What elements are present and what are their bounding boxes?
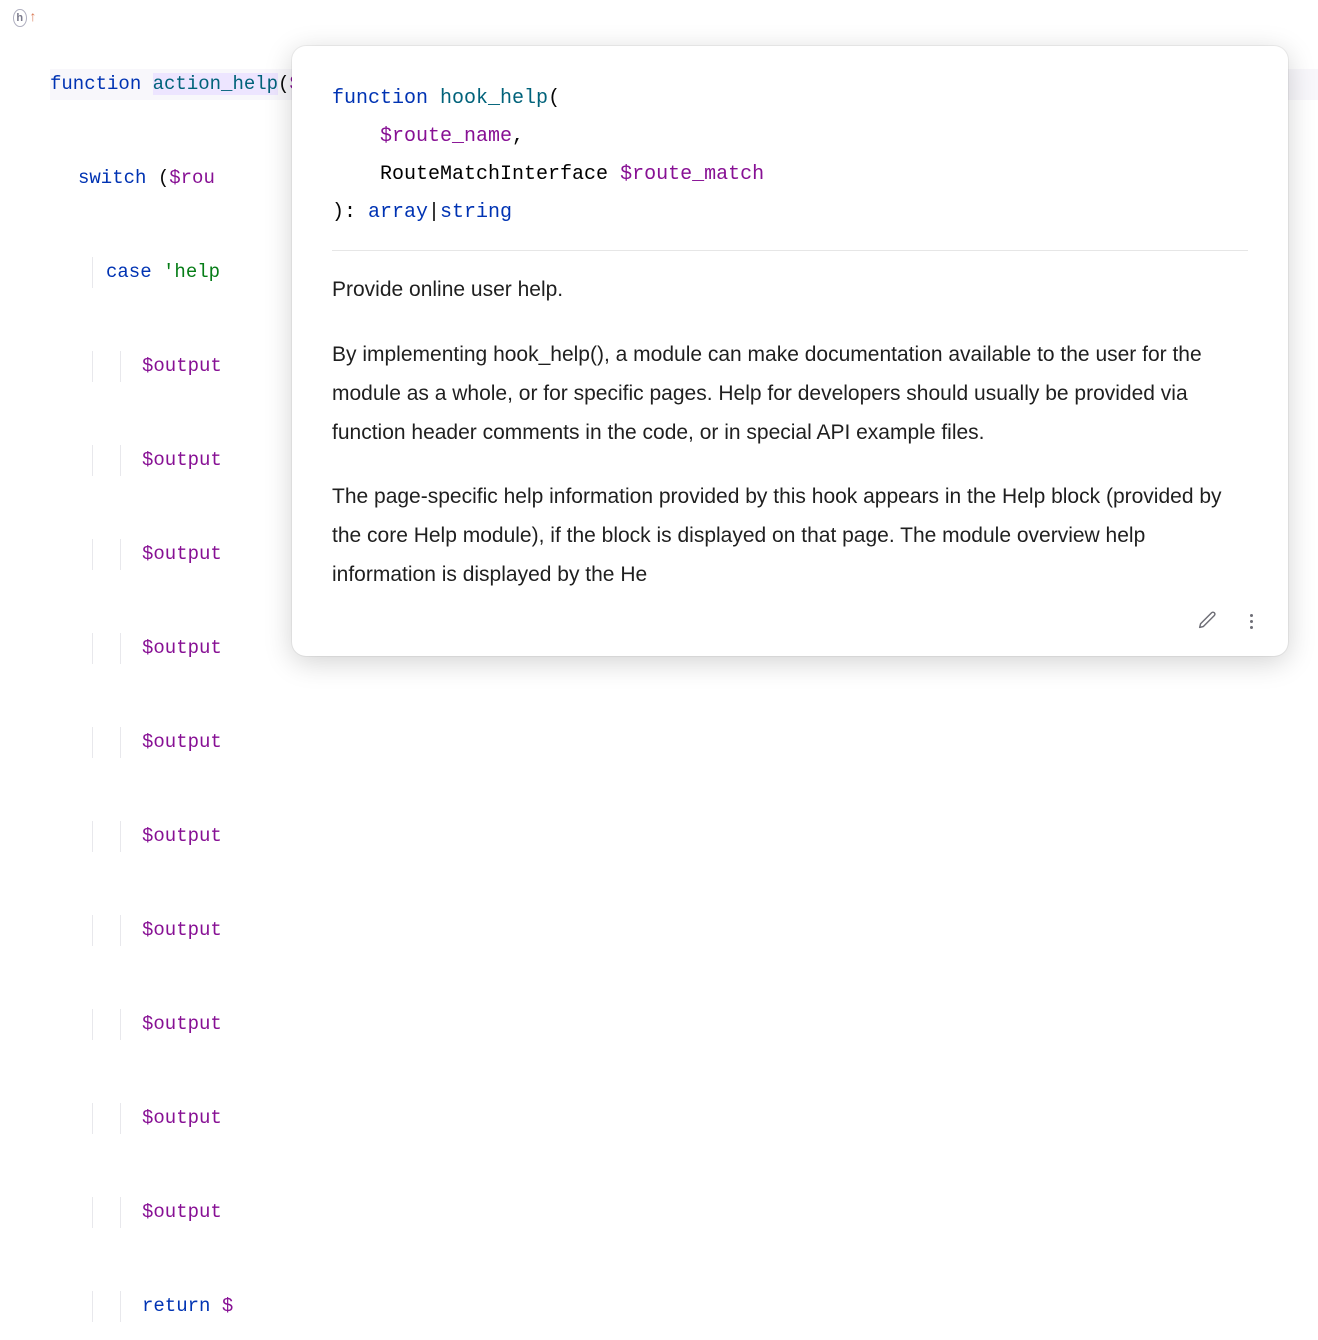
popup-actions (1178, 600, 1270, 642)
var-output: $output (142, 1107, 222, 1129)
pencil-icon (1196, 610, 1218, 632)
keyword-return: return (142, 1295, 210, 1317)
vertical-dots-icon (1246, 610, 1257, 633)
var-output: $output (142, 825, 222, 847)
popup-signature: function hook_help( $route_name, RouteMa… (332, 80, 1248, 232)
sig-function-name: hook_help (440, 87, 548, 110)
var-output: $output (142, 1201, 222, 1223)
gutter-hook-icon[interactable]: h ↑ (13, 6, 37, 30)
popup-description: Provide online user help. By implementin… (332, 271, 1248, 595)
var-output: $output (142, 355, 222, 377)
desc-summary: Provide online user help. (332, 271, 1248, 310)
var-output: $output (142, 731, 222, 753)
desc-paragraph-2: The page-specific help information provi… (332, 478, 1248, 595)
popup-divider (332, 250, 1248, 251)
code-line-return[interactable]: return $ (50, 1291, 1318, 1322)
documentation-popup: function hook_help( $route_name, RouteMa… (292, 46, 1288, 656)
gutter-h-letter: h (13, 9, 27, 27)
more-options-button[interactable] (1236, 606, 1266, 636)
sig-return-string: string (440, 201, 512, 224)
code-line-output-5[interactable]: $output (50, 727, 1318, 758)
sig-keyword-function: function (332, 87, 428, 110)
sig-type: RouteMatchInterface (380, 163, 608, 186)
sig-param-route-match: $route_match (620, 163, 764, 186)
code-line-output-10[interactable]: $output (50, 1197, 1318, 1228)
var-output: $output (142, 919, 222, 941)
sig-param-route-name: $route_name (380, 125, 512, 148)
code-line-output-6[interactable]: $output (50, 821, 1318, 852)
desc-paragraph-1: By implementing hook_help(), a module ca… (332, 336, 1248, 453)
var-output: $output (142, 543, 222, 565)
keyword-switch: switch (78, 167, 146, 189)
gutter: h ↑ (0, 0, 50, 670)
gutter-arrow-up-icon: ↑ (29, 10, 37, 26)
keyword-case: case (106, 261, 152, 283)
sig-return-array: array (368, 201, 428, 224)
indent-guide (92, 257, 93, 288)
keyword-function: function (50, 73, 141, 95)
var-output: $output (142, 449, 222, 471)
var-output: $output (142, 637, 222, 659)
code-line-output-9[interactable]: $output (50, 1103, 1318, 1134)
function-name: action_help (153, 73, 278, 95)
code-line-output-8[interactable]: $output (50, 1009, 1318, 1040)
code-line-output-7[interactable]: $output (50, 915, 1318, 946)
string-help: 'help (163, 261, 220, 283)
var-output: $output (142, 1013, 222, 1035)
var-return: $ (222, 1295, 233, 1317)
edit-button[interactable] (1192, 606, 1222, 636)
